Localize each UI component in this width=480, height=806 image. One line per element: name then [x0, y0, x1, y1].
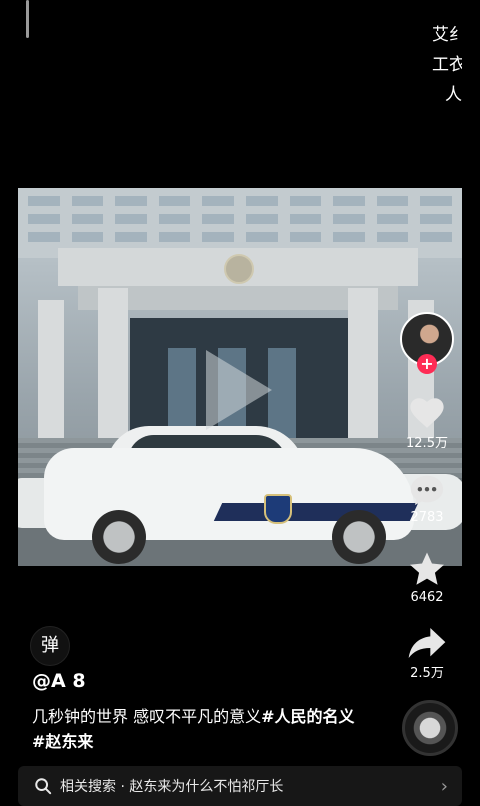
favorite-count: 6462	[410, 590, 444, 605]
police-badge-icon	[264, 494, 292, 524]
music-disc-icon[interactable]	[402, 700, 458, 756]
star-icon	[409, 552, 445, 585]
window-row	[28, 196, 452, 206]
search-icon	[35, 778, 52, 795]
top-right-text: 艾纟 工衣 人	[432, 20, 462, 110]
play-icon[interactable]	[206, 350, 272, 430]
heart-icon	[410, 398, 444, 428]
hashtag-link[interactable]: #人民的名义	[261, 707, 354, 726]
emblem-icon	[224, 254, 254, 284]
top-right-line-1: 艾纟	[432, 25, 462, 45]
share-arrow-icon	[408, 628, 446, 658]
police-car-stripe	[213, 503, 419, 521]
comment-icon	[410, 475, 444, 506]
caption-text: 几秒钟的世界 感叹不平凡的意义	[32, 707, 262, 726]
caption: 几秒钟的世界 感叹不平凡的意义#人民的名义 #赵东来	[32, 704, 362, 754]
related-search-bar[interactable]: 相关搜索 · 赵东来为什么不怕祁厅长 ›	[18, 766, 462, 806]
car-wheel	[332, 510, 386, 564]
door-panel	[268, 348, 296, 438]
status-indicator	[26, 0, 29, 38]
top-right-line-2: 工衣	[432, 55, 462, 75]
danmu-toggle-button[interactable]: 弹	[30, 626, 70, 666]
window-row	[28, 214, 452, 224]
hashtag-link[interactable]: #赵东来	[32, 732, 93, 751]
comment-button[interactable]: 2783	[394, 472, 460, 525]
comment-count: 2783	[410, 510, 444, 525]
related-search-label: 相关搜索 · 赵东来为什么不怕祁厅长	[60, 779, 284, 795]
car-wheel	[92, 510, 146, 564]
window-row	[28, 232, 452, 242]
share-count: 2.5万	[410, 666, 444, 681]
favorite-button[interactable]: 6462	[394, 550, 460, 605]
follow-plus-icon[interactable]: +	[417, 354, 437, 374]
author-name[interactable]: @A 8	[32, 670, 86, 692]
like-count: 12.5万	[406, 436, 448, 451]
share-button[interactable]: 2.5万	[394, 626, 460, 681]
column	[98, 288, 128, 438]
door-panel	[168, 348, 196, 438]
column	[348, 288, 378, 438]
column	[38, 300, 64, 450]
like-button[interactable]: 12.5万	[394, 394, 460, 451]
chevron-right-icon: ›	[440, 776, 448, 797]
top-right-line-3: 人	[445, 85, 462, 105]
